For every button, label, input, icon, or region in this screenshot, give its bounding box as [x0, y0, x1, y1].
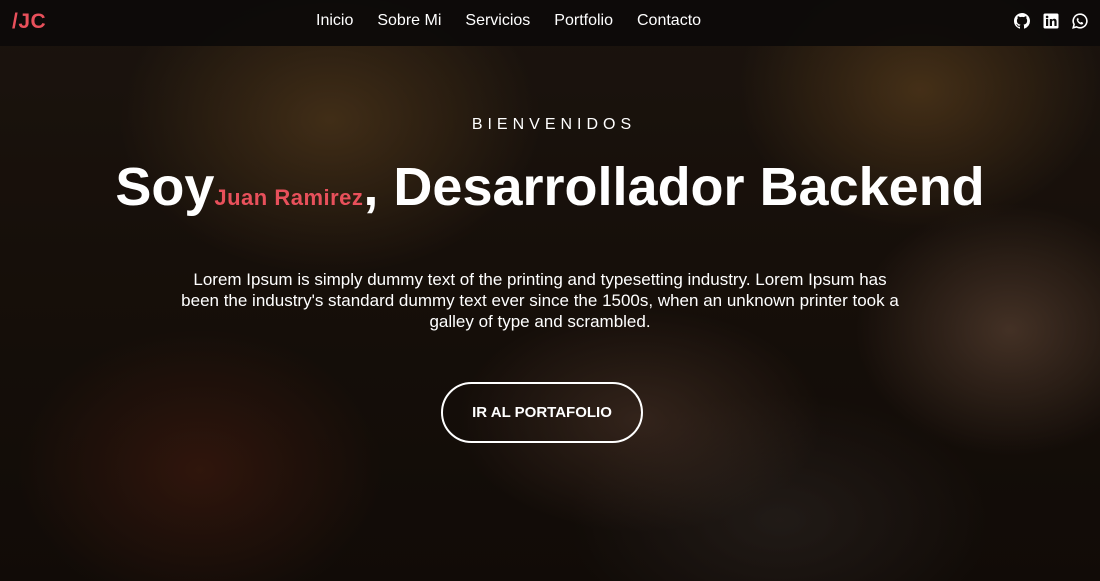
github-icon[interactable] — [1014, 13, 1030, 29]
headline-role: , Desarrollador Backend — [363, 157, 985, 217]
hero-section: BIENVENIDOS SoyJuan Ramirez, Desarrollad… — [0, 0, 1100, 581]
hero-eyebrow: BIENVENIDOS — [471, 116, 637, 133]
hero-headline: SoyJuan Ramirez, Desarrollador Backend — [0, 155, 1100, 230]
hero-description: Lorem Ipsum is simply dummy text of the … — [181, 270, 899, 331]
portfolio-button[interactable]: IR AL PORTAFOLIO — [441, 382, 643, 443]
whatsapp-icon[interactable] — [1072, 13, 1088, 29]
brand-logo[interactable]: /JC — [12, 10, 46, 34]
nav-links: Inicio Sobre Mi Servicios Portfolio Cont… — [316, 12, 701, 30]
nav-link-servicios[interactable]: Servicios — [465, 12, 530, 30]
social-links — [1014, 13, 1088, 29]
nav-link-inicio[interactable]: Inicio — [316, 12, 353, 30]
headline-name: Juan Ramirez — [214, 185, 364, 210]
headline-prefix: Soy — [115, 157, 215, 217]
nav-link-contacto[interactable]: Contacto — [637, 12, 701, 30]
nav-link-portfolio[interactable]: Portfolio — [554, 12, 613, 30]
nav-link-sobre-mi[interactable]: Sobre Mi — [377, 12, 441, 30]
navbar: /JC Inicio Sobre Mi Servicios Portfolio … — [0, 0, 1100, 46]
linkedin-icon[interactable] — [1043, 13, 1059, 29]
